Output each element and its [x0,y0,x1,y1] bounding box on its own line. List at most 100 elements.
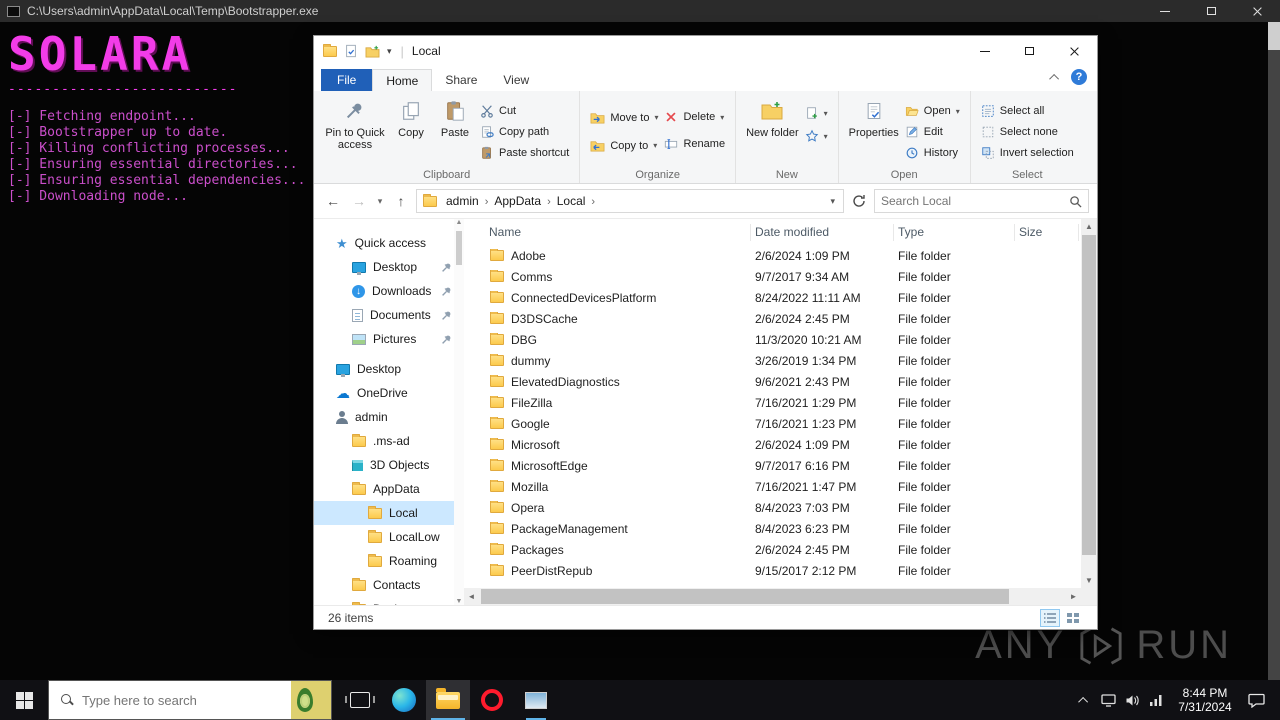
recent-locations-caret-icon[interactable]: ▾ [374,196,386,207]
details-view-button[interactable] [1040,608,1060,627]
sidebar-item-documents[interactable]: Documents [314,303,464,327]
explorer-title-bar[interactable]: ▾ | Local [314,36,1097,66]
file-row[interactable]: Opera 8/4/2023 7:03 PM File folder [464,497,1097,518]
address-input[interactable]: admin › AppData › Local › ▾ [416,189,844,213]
large-icons-view-button[interactable] [1063,609,1083,627]
sidebar-item-pictures[interactable]: Pictures [314,327,464,351]
sidebar-item-desktop[interactable]: Desktop [314,597,464,605]
copy-to-button[interactable]: Copy to ▾ [587,138,661,153]
sidebar-item-roaming[interactable]: Roaming [314,549,464,573]
sidebar-item-local[interactable]: Local [314,501,464,525]
explorer-search-box[interactable] [874,189,1089,213]
column-header-size[interactable]: Size [1015,223,1079,241]
tray-network-button[interactable] [1144,680,1168,720]
scroll-up-icon[interactable]: ▲ [1081,219,1097,234]
sidebar-item-desktop[interactable]: Desktop [314,357,464,381]
address-dropdown-caret-icon[interactable]: ▾ [830,196,837,207]
explorer-maximize-button[interactable] [1007,36,1052,66]
delete-button[interactable]: Delete ▾ [661,110,728,124]
scroll-left-icon[interactable]: ◄ [464,588,479,605]
horizontal-scrollbar-thumb[interactable] [481,589,1009,604]
new-folder-button[interactable]: New folder [743,94,802,143]
up-button[interactable]: ↑ [390,193,412,209]
sidebar-item-locallow[interactable]: LocalLow [314,525,464,549]
console-maximize-button[interactable] [1188,0,1234,22]
paste-button[interactable]: Paste [433,94,477,143]
console-minimize-button[interactable] [1142,0,1188,22]
console-close-button[interactable] [1234,0,1280,22]
tab-view[interactable]: View [490,69,542,91]
scroll-up-icon[interactable]: ▲ [456,219,463,226]
file-list-horizontal-scrollbar[interactable]: ◄ ► [464,588,1081,605]
forward-button[interactable]: → [348,193,370,209]
file-row[interactable]: MicrosoftEdge 9/7/2017 6:16 PM File folder [464,455,1097,476]
breadcrumb-item[interactable]: admin [441,194,484,208]
file-row[interactable]: Google 7/16/2021 1:23 PM File folder [464,413,1097,434]
console-title-bar[interactable]: C:\Users\admin\AppData\Local\Temp\Bootst… [0,0,1280,22]
paste-shortcut-button[interactable]: Paste shortcut [477,146,572,160]
file-list-vertical-scrollbar[interactable]: ▲ ▼ [1081,219,1097,588]
breadcrumb-separator-icon[interactable]: › [546,196,552,208]
sidebar-item-3d-objects[interactable]: 3D Objects [314,453,464,477]
select-all-button[interactable]: Select all [978,104,1077,118]
help-icon[interactable]: ? [1071,69,1087,85]
file-row[interactable]: Comms 9/7/2017 9:34 AM File folder [464,266,1097,287]
new-item-button[interactable]: ▾ [802,106,831,120]
sidebar-scrollbar-thumb[interactable] [456,231,462,265]
sidebar-item-quick-access[interactable]: ★ Quick access [314,231,464,255]
sidebar-item-admin[interactable]: admin [314,405,464,429]
file-row[interactable]: Microsoft 2/6/2024 1:09 PM File folder [464,434,1097,455]
qat-new-folder-icon[interactable] [365,45,380,58]
sidebar-scrollbar[interactable]: ▲ ▼ [454,219,464,605]
cut-button[interactable]: Cut [477,104,572,118]
tab-share[interactable]: Share [432,69,490,91]
select-none-button[interactable]: Select none [978,125,1077,139]
explorer-minimize-button[interactable] [962,36,1007,66]
tab-home[interactable]: Home [372,69,433,91]
properties-button[interactable]: Properties [846,94,902,143]
scroll-down-icon[interactable]: ▼ [1081,573,1097,588]
task-view-button[interactable] [338,680,382,720]
sidebar-item-contacts[interactable]: Contacts [314,573,464,597]
taskbar-search-input[interactable] [82,692,282,708]
taskbar-search-box[interactable] [48,680,332,720]
open-button[interactable]: Open ▾ [902,104,963,118]
copy-button[interactable]: Copy [389,94,433,143]
collapse-ribbon-icon[interactable] [1049,73,1060,84]
taskbar-file-explorer-button[interactable] [426,680,470,720]
qat-customize-caret-icon[interactable]: ▾ [387,46,392,57]
file-row[interactable]: PackageManagement 8/4/2023 6:23 PM File fo… [464,518,1097,539]
taskbar-clock[interactable]: 8:44 PM 7/31/2024 [1168,686,1242,714]
file-row[interactable]: PeerDistRepub 9/15/2017 2:12 PM File folde… [464,560,1097,581]
edit-button[interactable]: Edit [902,125,963,139]
history-button[interactable]: History [902,146,963,160]
taskbar-edge-button[interactable] [382,680,426,720]
breadcrumb-item[interactable]: AppData [489,194,546,208]
start-button[interactable] [0,680,48,720]
file-row[interactable]: DBG 11/3/2020 10:21 AM File folder [464,329,1097,350]
file-row[interactable]: Adobe 2/6/2024 1:09 PM File folder [464,245,1097,266]
file-row[interactable]: Mozilla 7/16/2021 1:47 PM File folder [464,476,1097,497]
scroll-right-icon[interactable]: ► [1066,588,1081,605]
tray-display-button[interactable] [1096,680,1120,720]
sidebar-item-desktop[interactable]: Desktop [314,255,464,279]
taskbar-opera-button[interactable] [470,680,514,720]
file-row[interactable]: FileZilla 7/16/2021 1:29 PM File folder [464,392,1097,413]
file-row[interactable]: dummy 3/26/2019 1:34 PM File folder [464,350,1097,371]
breadcrumb-separator-icon[interactable]: › [590,196,596,208]
console-scrollbar-thumb[interactable] [1268,22,1280,50]
vertical-scrollbar-thumb[interactable] [1082,235,1096,555]
taskbar-console-app-button[interactable] [514,680,558,720]
breadcrumb-item[interactable]: Local [552,194,591,208]
back-button[interactable]: ← [322,193,344,209]
file-row[interactable]: ConnectedDevicesPlatform 8/24/2022 11:11 … [464,287,1097,308]
file-row[interactable]: D3DSCache 2/6/2024 2:45 PM File folder [464,308,1097,329]
easy-access-button[interactable]: ▾ [802,129,831,143]
qat-properties-icon[interactable] [344,44,358,58]
file-row[interactable]: ElevatedDiagnostics 9/6/2021 2:43 PM File … [464,371,1097,392]
rename-button[interactable]: Rename [661,137,728,151]
copy-path-button[interactable]: Copy path [477,125,572,139]
file-row[interactable]: Packages 2/6/2024 2:45 PM File folder [464,539,1097,560]
explorer-close-button[interactable] [1052,36,1097,66]
console-scrollbar[interactable] [1268,22,1280,680]
